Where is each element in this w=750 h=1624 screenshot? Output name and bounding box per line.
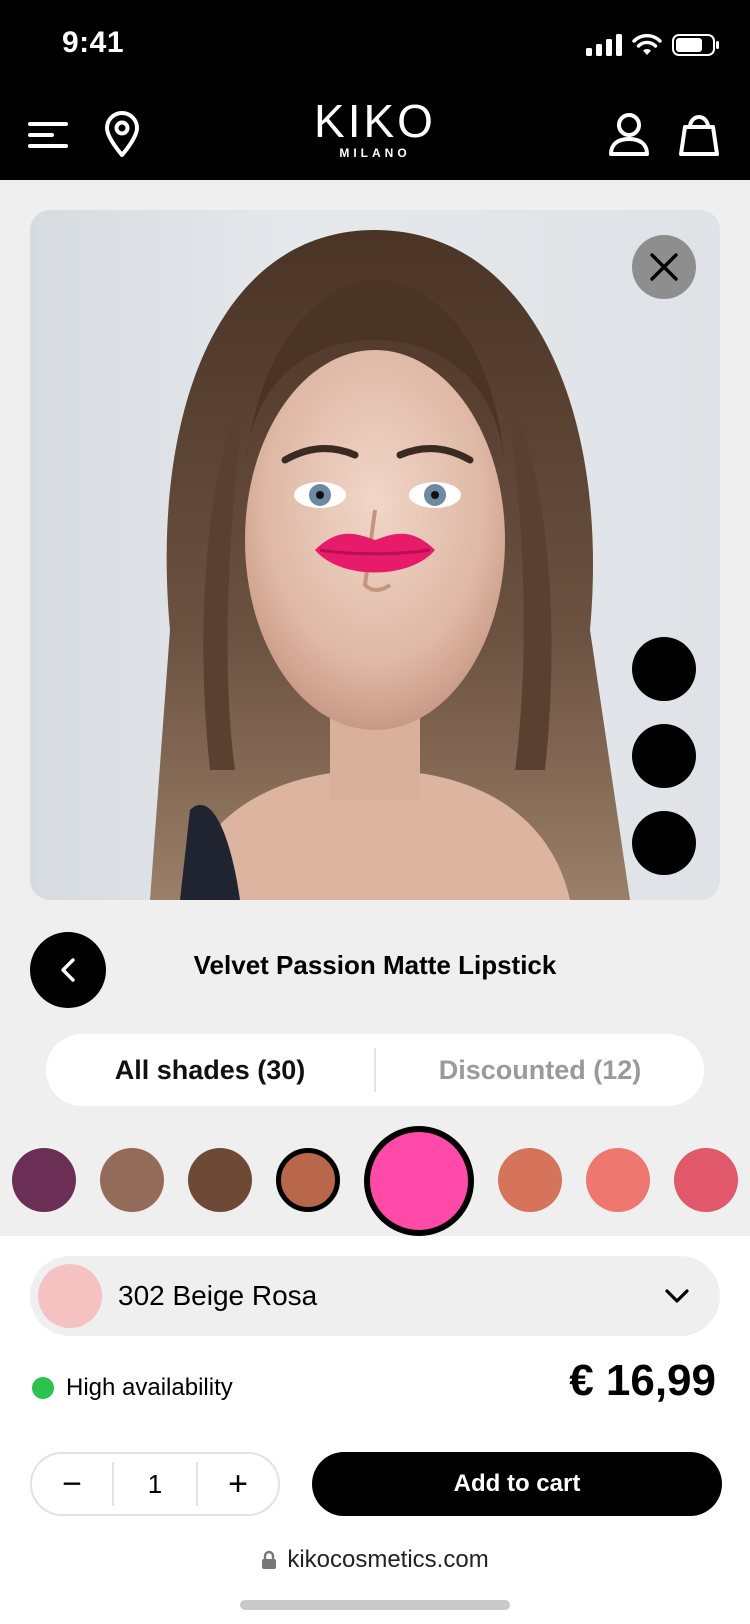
home-indicator[interactable] [240,1600,510,1610]
status-bar: 9:41 [0,0,750,90]
price: € 16,99 [569,1356,716,1405]
quantity-increase-button[interactable]: + [198,1465,278,1504]
chevron-down-icon [665,1289,689,1303]
shade-filter: All shades (30) Discounted (12) [46,1034,704,1106]
availability-dot-icon [32,1377,54,1399]
brand-logo[interactable]: KIKO MILANO [290,98,460,160]
brand-name: KIKO [314,95,436,147]
status-time: 9:41 [62,26,125,59]
status-icons [586,34,720,56]
quantity-stepper: − 1 + [30,1452,280,1516]
store-locator-icon[interactable] [100,108,144,160]
wifi-icon [632,34,662,55]
app-header: KIKO MILANO [0,90,750,180]
shade-swatch[interactable] [188,1148,252,1212]
lock-icon [262,1550,277,1569]
model-portrait [150,230,630,900]
signal-icon [586,34,622,56]
account-icon[interactable] [606,108,652,160]
quantity-decrease-button[interactable]: − [32,1465,112,1504]
selected-shade-chip [38,1264,102,1328]
try-on-tool-button-1[interactable] [632,637,696,701]
browser-url-bar[interactable]: kikocosmetics.com [0,1546,750,1574]
back-button[interactable] [30,932,106,1008]
bag-icon[interactable] [676,108,722,160]
purchase-panel: 302 Beige Rosa High availability € 16,99… [0,1236,750,1624]
shade-swatch[interactable] [100,1148,164,1212]
selected-shade-name: 302 Beige Rosa [118,1280,318,1311]
availability: High availability [32,1374,233,1402]
shade-swatch[interactable] [674,1148,738,1212]
try-on-tool-button-3[interactable] [632,811,696,875]
shade-swatch-active[interactable] [364,1126,474,1236]
shade-dropdown[interactable]: 302 Beige Rosa [30,1256,720,1336]
url-text: kikocosmetics.com [287,1546,489,1573]
availability-label: High availability [66,1374,233,1401]
menu-icon[interactable] [26,112,72,158]
quantity-value[interactable]: 1 [112,1462,198,1506]
battery-icon [672,34,719,56]
tab-discounted[interactable]: Discounted (12) [376,1055,704,1086]
try-on-photo [30,210,720,900]
close-icon [650,253,678,281]
shade-swatch[interactable] [12,1148,76,1212]
product-title: Velvet Passion Matte Lipstick [193,950,557,980]
shade-swatch[interactable] [498,1148,562,1212]
chevron-left-icon [61,958,75,982]
tab-all-shades[interactable]: All shades (30) [46,1055,374,1086]
try-on-tool-button-2[interactable] [632,724,696,788]
shade-swatch[interactable] [586,1148,650,1212]
shade-swatch[interactable] [276,1148,340,1212]
brand-sub: MILANO [339,146,411,160]
close-try-on-button[interactable] [632,235,696,299]
add-to-cart-button[interactable]: Add to cart [312,1452,722,1516]
